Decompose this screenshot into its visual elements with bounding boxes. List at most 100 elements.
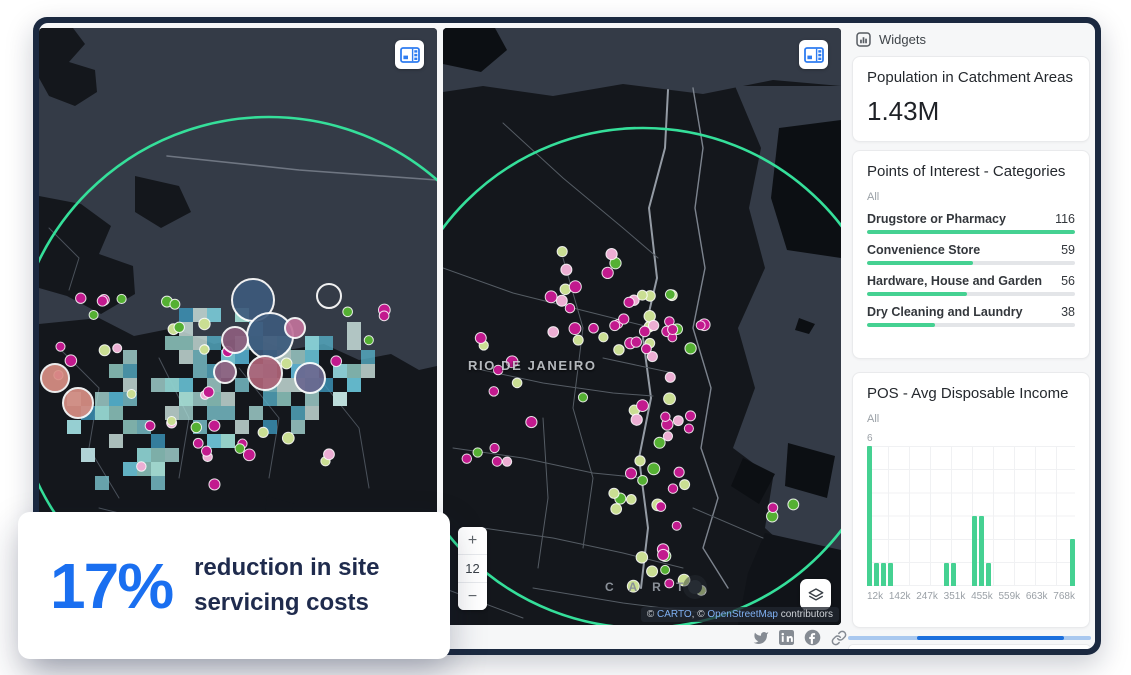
zoom-level: 12 [458, 554, 487, 583]
histogram-tick-label: 142k [889, 591, 911, 602]
poi-category-row[interactable]: Convenience Store59 [867, 243, 1075, 265]
map-panel-right[interactable]: RIO DE JANEIRO + 12 − [443, 28, 841, 625]
widgets-panel-icon [400, 47, 420, 63]
widgets-panel-icon [804, 47, 824, 63]
twitter-share-button[interactable] [752, 629, 769, 646]
poi-category-label: Convenience Store [867, 243, 980, 257]
poi-category-row[interactable]: Hardware, House and Garden 56 [867, 274, 1075, 296]
twitter-icon [753, 630, 769, 646]
poi-filter-label: All [867, 191, 1075, 203]
income-histogram-plot [867, 446, 1075, 586]
attribution-text: , © [692, 609, 708, 620]
linkedin-share-button[interactable] [778, 629, 795, 646]
poi-progress-fill [867, 230, 1075, 234]
carto-attribution-link[interactable]: CARTO [657, 609, 692, 620]
widgets-panel-toggle-left[interactable] [395, 40, 424, 69]
histogram-bar-slot [1035, 446, 1040, 586]
widgets-panel-toggle-right[interactable] [799, 40, 828, 69]
histogram-x-axis: 12k142k247k351k455k559k663k768k [867, 591, 1075, 602]
histogram-tick-label: 663k [1026, 591, 1048, 602]
carto-watermark-dot [688, 580, 702, 594]
histogram-bar[interactable] [867, 446, 872, 586]
histogram-bar-slot [1070, 446, 1075, 586]
population-widget-title: Population in Catchment Areas [867, 69, 1075, 86]
histogram-tick-label: 768k [1053, 591, 1075, 602]
histogram-bar[interactable] [1070, 539, 1075, 586]
basemap-layers-button[interactable] [800, 579, 831, 610]
city-label: RIO DE JANEIRO [468, 358, 597, 373]
histogram-tick-label: 351k [944, 591, 966, 602]
zoom-in-button[interactable]: + [458, 527, 487, 554]
widgets-icon [856, 32, 871, 47]
histogram-bar-slot [1056, 446, 1061, 586]
histogram-bar-slot [895, 446, 900, 586]
poi-progress-fill [867, 261, 973, 265]
histogram-bar-slot [902, 446, 907, 586]
income-widget-title: POS - Avg Disposable Income [867, 385, 1075, 402]
histogram-bar-slot [972, 446, 977, 586]
histogram-bar[interactable] [888, 563, 893, 586]
histogram-bar-slot [993, 446, 998, 586]
histogram-bar-slot [1021, 446, 1026, 586]
sidebar-scrollbar-thumb[interactable] [917, 636, 1064, 640]
population-widget-value: 1.43M [867, 96, 1075, 127]
zoom-out-button[interactable]: − [458, 583, 487, 610]
histogram-bar[interactable] [979, 516, 984, 586]
histogram-bar-slot [881, 446, 886, 586]
poi-category-list: Drugstore or Pharmacy116 Convenience Stor… [867, 212, 1075, 327]
histogram-bar-slot [979, 446, 984, 586]
callout-stat-description: reduction in site servicing costs [194, 551, 394, 621]
histogram-bar-slot [923, 446, 928, 586]
poi-progress-track [867, 292, 1075, 296]
map-zoom-control: + 12 − [458, 527, 487, 610]
histogram-bar[interactable] [881, 563, 886, 586]
osm-attribution-link[interactable]: OpenStreetMap [707, 609, 778, 620]
histogram-bar-slot [937, 446, 942, 586]
histogram-bar-slot [1042, 446, 1047, 586]
next-widget-card-partial [848, 644, 1091, 649]
linkedin-icon [779, 630, 794, 645]
map-attribution: © CARTO, © OpenStreetMap contributors [641, 607, 839, 622]
share-icons-row [752, 629, 847, 646]
income-histogram-widget-card: POS - Avg Disposable Income All 6 12k142… [852, 372, 1090, 628]
stat-callout-card: 17% reduction in site servicing costs [18, 512, 450, 659]
poi-category-value: 56 [1061, 274, 1075, 288]
poi-progress-track [867, 261, 1075, 265]
histogram-bar[interactable] [874, 563, 879, 586]
poi-progress-track [867, 323, 1075, 327]
histogram-bar-slot [958, 446, 963, 586]
histogram-tick-label: 559k [998, 591, 1020, 602]
poi-category-row[interactable]: Dry Cleaning and Laundry38 [867, 305, 1075, 327]
copy-link-button[interactable] [830, 629, 847, 646]
poi-categories-widget-card: Points of Interest - Categories All Drug… [852, 150, 1090, 359]
callout-stat-value: 17% [50, 549, 172, 623]
map-canvas-right[interactable] [443, 28, 841, 625]
sidebar-scrollbar[interactable] [848, 636, 1091, 640]
histogram-bar-slot [867, 446, 872, 586]
histogram-bar-slot [1007, 446, 1012, 586]
histogram-bar-slot [951, 446, 956, 586]
histogram-bar-slot [930, 446, 935, 586]
histogram-bar[interactable] [951, 563, 956, 586]
histogram-bar[interactable] [986, 563, 991, 586]
histogram-bar-slot [1063, 446, 1068, 586]
poi-category-value: 116 [1055, 212, 1075, 226]
attribution-text: © [647, 609, 657, 620]
poi-widget-title: Points of Interest - Categories [867, 163, 1075, 180]
histogram-bar[interactable] [972, 516, 977, 586]
facebook-share-button[interactable] [804, 629, 821, 646]
histogram-bar-slot [1028, 446, 1033, 586]
histogram-tick-label: 455k [971, 591, 993, 602]
poi-category-value: 38 [1061, 305, 1075, 319]
carto-watermark: C A R T [605, 580, 702, 594]
poi-category-label: Hardware, House and Garden [867, 274, 1042, 288]
attribution-text: contributors [778, 609, 833, 620]
widgets-header-label: Widgets [879, 32, 926, 47]
histogram-bar[interactable] [944, 563, 949, 586]
poi-category-row[interactable]: Drugstore or Pharmacy116 [867, 212, 1075, 234]
facebook-icon [804, 629, 821, 646]
histogram-bar-slot [965, 446, 970, 586]
histogram-ymax-label: 6 [867, 433, 1075, 444]
histogram-bar-slot [1000, 446, 1005, 586]
histogram-tick-label: 12k [867, 591, 883, 602]
